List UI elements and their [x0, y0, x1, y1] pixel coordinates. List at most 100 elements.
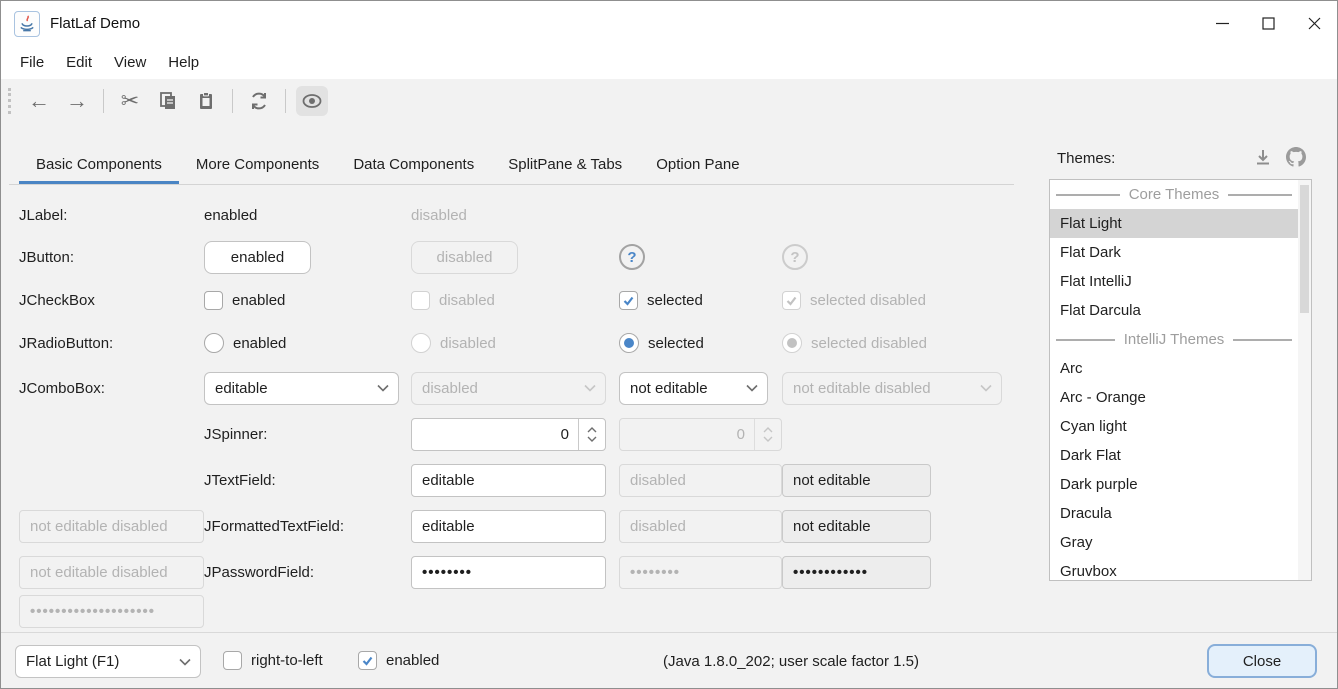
- intellij-themes-separator: IntelliJ Themes: [1050, 325, 1298, 354]
- checkmark-icon: [622, 294, 635, 307]
- chevron-down-icon: [980, 384, 992, 392]
- spinner-disabled-value: 0: [620, 426, 754, 443]
- menu-help[interactable]: Help: [157, 46, 210, 79]
- spinner-value[interactable]: 0: [412, 426, 578, 443]
- jbutton-row-label: JButton:: [19, 235, 204, 279]
- theme-item-arc[interactable]: Arc: [1050, 354, 1298, 383]
- right-to-left-checkbox[interactable]: [223, 651, 242, 670]
- combobox-not-editable-disabled: not editable disabled: [782, 372, 1002, 405]
- eye-icon: [301, 90, 323, 112]
- refresh-button[interactable]: [243, 86, 275, 116]
- jlabel-row-label: JLabel:: [19, 195, 204, 235]
- forward-arrow-icon: →: [66, 90, 88, 112]
- enabled-checkbox[interactable]: [358, 651, 377, 670]
- menu-view[interactable]: View: [103, 46, 157, 79]
- paste-icon: [196, 91, 216, 111]
- toolbar-grip-handle[interactable]: [8, 88, 11, 114]
- radio-disabled-label: disabled: [440, 335, 496, 352]
- show-hidden-toggle-button[interactable]: [296, 86, 328, 116]
- tab-option-pane[interactable]: Option Pane: [639, 148, 756, 184]
- window-controls: [1199, 1, 1337, 46]
- checkbox-enabled[interactable]: [204, 291, 223, 310]
- close-button[interactable]: Close: [1207, 644, 1317, 678]
- toolbar-separator: [232, 89, 233, 113]
- spinner-up-icon: [587, 427, 597, 433]
- theme-item-cyan-light[interactable]: Cyan light: [1050, 412, 1298, 441]
- enabled-label: enabled: [386, 652, 439, 669]
- passwordfield-not-editable[interactable]: ••••••••••••: [782, 556, 931, 589]
- radio-selected[interactable]: [619, 333, 639, 353]
- formatted-textfield-editable[interactable]: editable: [411, 510, 606, 543]
- maximize-button[interactable]: [1245, 1, 1291, 46]
- menu-file[interactable]: File: [9, 46, 55, 79]
- scrollbar-thumb[interactable]: [1300, 185, 1309, 313]
- jpasswordfield-row-label: JPasswordField:: [204, 549, 411, 595]
- spinner-down-icon: [587, 436, 597, 442]
- spinner-down-icon: [763, 436, 773, 442]
- java-app-icon: [14, 11, 40, 37]
- passwordfield-not-editable-disabled: ••••••••••••••••••••: [19, 595, 204, 628]
- combobox-editable[interactable]: editable: [204, 372, 399, 405]
- download-icon[interactable]: [1254, 148, 1272, 166]
- spinner-arrows[interactable]: [578, 419, 605, 450]
- checkbox-selected-label: selected: [647, 292, 703, 309]
- formatted-textfield-disabled: disabled: [619, 510, 782, 543]
- spinner-disabled: 0: [619, 418, 782, 451]
- themes-scrollbar[interactable]: [1298, 180, 1311, 580]
- tab-separator-line: [9, 184, 1014, 185]
- radio-selected-disabled-label: selected disabled: [811, 335, 927, 352]
- tab-data-components[interactable]: Data Components: [336, 148, 491, 184]
- cut-button[interactable]: ✂: [114, 86, 146, 116]
- formatted-textfield-not-editable[interactable]: not editable: [782, 510, 931, 543]
- theme-item-dark-purple[interactable]: Dark purple: [1050, 470, 1298, 499]
- theme-item-flat-dark[interactable]: Flat Dark: [1050, 238, 1298, 267]
- help-button[interactable]: ?: [619, 244, 645, 270]
- paste-button[interactable]: [190, 86, 222, 116]
- tab-splitpane-tabs[interactable]: SplitPane & Tabs: [491, 148, 639, 184]
- right-to-left-label: right-to-left: [251, 652, 323, 669]
- tool-bar: ← → ✂: [1, 79, 1337, 123]
- toolbar-separator: [285, 89, 286, 113]
- close-window-button[interactable]: [1291, 1, 1337, 46]
- checkbox-selected-disabled: [782, 291, 801, 310]
- textfield-not-editable-disabled: not editable disabled: [19, 510, 204, 543]
- jlabel-disabled: disabled: [411, 195, 619, 235]
- combobox-not-editable[interactable]: not editable: [619, 372, 768, 405]
- textfield-not-editable[interactable]: not editable: [782, 464, 931, 497]
- spinner-up-icon: [763, 427, 773, 433]
- back-button[interactable]: ←: [23, 86, 55, 116]
- radio-enabled-label: enabled: [233, 335, 286, 352]
- copy-button[interactable]: [152, 86, 184, 116]
- passwordfield-enabled[interactable]: ••••••••: [411, 556, 606, 589]
- checkbox-disabled-label: disabled: [439, 292, 495, 309]
- forward-button[interactable]: →: [61, 86, 93, 116]
- textfield-editable[interactable]: editable: [411, 464, 606, 497]
- theme-item-arc-orange[interactable]: Arc - Orange: [1050, 383, 1298, 412]
- checkmark-icon: [361, 654, 374, 667]
- jspinner-row-label: JSpinner:: [204, 411, 411, 457]
- enabled-button[interactable]: enabled: [204, 241, 311, 274]
- jcombobox-row-label: JComboBox:: [19, 365, 204, 411]
- minimize-button[interactable]: [1199, 1, 1245, 46]
- spinner-enabled[interactable]: 0: [411, 418, 606, 451]
- theme-item-dark-flat[interactable]: Dark Flat: [1050, 441, 1298, 470]
- spinner-arrows: [754, 419, 781, 450]
- theme-switcher-combobox[interactable]: Flat Light (F1): [15, 645, 201, 678]
- theme-item-flat-light[interactable]: Flat Light: [1050, 209, 1298, 238]
- theme-item-gray[interactable]: Gray: [1050, 528, 1298, 557]
- theme-item-dracula[interactable]: Dracula: [1050, 499, 1298, 528]
- theme-item-gruvbox[interactable]: Gruvbox: [1050, 557, 1298, 581]
- refresh-icon: [249, 91, 269, 111]
- tab-basic-components[interactable]: Basic Components: [19, 148, 179, 184]
- chevron-down-icon: [179, 658, 191, 666]
- theme-item-flat-darcula[interactable]: Flat Darcula: [1050, 296, 1298, 325]
- flatlaf-demo-window: FlatLaf Demo File Edit View Help ← → ✂: [0, 0, 1338, 689]
- checkbox-selected-disabled-label: selected disabled: [810, 292, 926, 309]
- tab-more-components[interactable]: More Components: [179, 148, 336, 184]
- status-bar: Flat Light (F1) right-to-left enabled (J…: [1, 632, 1337, 689]
- menu-edit[interactable]: Edit: [55, 46, 103, 79]
- radio-enabled[interactable]: [204, 333, 224, 353]
- checkbox-selected[interactable]: [619, 291, 638, 310]
- github-icon[interactable]: [1286, 147, 1306, 167]
- theme-item-flat-intellij[interactable]: Flat IntelliJ: [1050, 267, 1298, 296]
